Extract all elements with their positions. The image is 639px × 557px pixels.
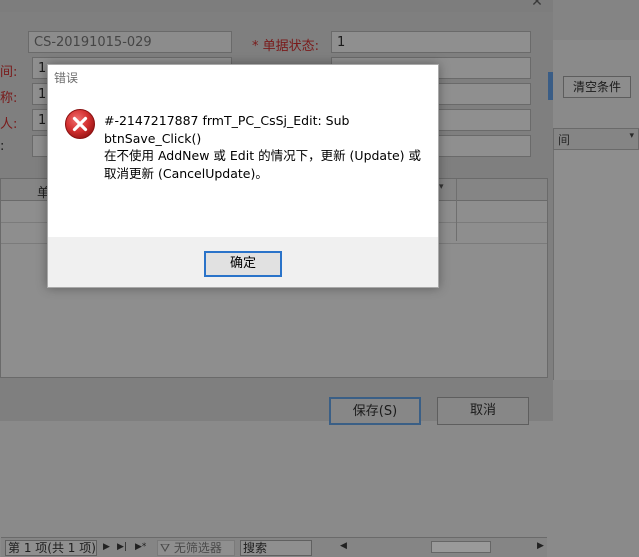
new-record-icon[interactable]: ▶*	[135, 542, 146, 552]
doc-number-field[interactable]: CS-20191015-029	[28, 31, 232, 53]
clear-conditions-button[interactable]: 清空条件	[563, 76, 631, 98]
parent-toolbar-strip	[553, 0, 639, 40]
parent-accent-edge	[548, 72, 553, 100]
horizontal-scrollbar-thumb[interactable]	[431, 541, 491, 553]
name-label: 称:	[0, 91, 18, 106]
search-input[interactable]: 搜索	[240, 540, 312, 556]
record-counter: 第 1 项(共 1 项)	[5, 540, 97, 556]
ok-button[interactable]: 确定	[204, 251, 282, 277]
error-dialog: 错误 #-2147217887 frmT_PC_CsSj_Edit: Sub b…	[47, 64, 439, 288]
last-record-icon[interactable]: ▶|	[117, 542, 127, 552]
person-label: 人:	[0, 117, 18, 132]
scroll-right-icon[interactable]: ▶	[537, 541, 544, 551]
next-record-icon[interactable]: ▶	[103, 542, 110, 552]
scroll-left-icon[interactable]: ◀	[340, 541, 347, 551]
chevron-down-icon[interactable]: ▾	[629, 131, 634, 141]
status-field[interactable]: 1	[331, 31, 531, 53]
chevron-down-icon[interactable]: ▾	[439, 182, 455, 192]
filter-icon: ⛛	[160, 541, 174, 555]
error-icon	[65, 109, 95, 139]
time-label: 间:	[0, 65, 18, 80]
status-label: * 单据状态:	[252, 39, 320, 54]
parent-grid[interactable]	[553, 150, 639, 380]
grid-column-divider	[456, 179, 457, 241]
dialog-title: 错误	[54, 71, 79, 85]
parent-grid-header: 间 ▾	[553, 128, 639, 150]
error-message: #-2147217887 frmT_PC_CsSj_Edit: Sub btnS…	[104, 113, 422, 181]
form-close-icon[interactable]: ✕	[528, 0, 546, 10]
form-title-bar	[0, 0, 553, 12]
filter-label: 无筛选器	[173, 541, 222, 555]
parent-grid-header-label: 间	[558, 133, 571, 147]
filter-indicator[interactable]: ⛛ 无筛选器	[157, 540, 235, 556]
memo-label: :	[0, 139, 5, 154]
record-navigator: 第 1 项(共 1 项) ▶ ▶| ▶* ⛛ 无筛选器 搜索 ◀ ▶	[1, 537, 547, 557]
